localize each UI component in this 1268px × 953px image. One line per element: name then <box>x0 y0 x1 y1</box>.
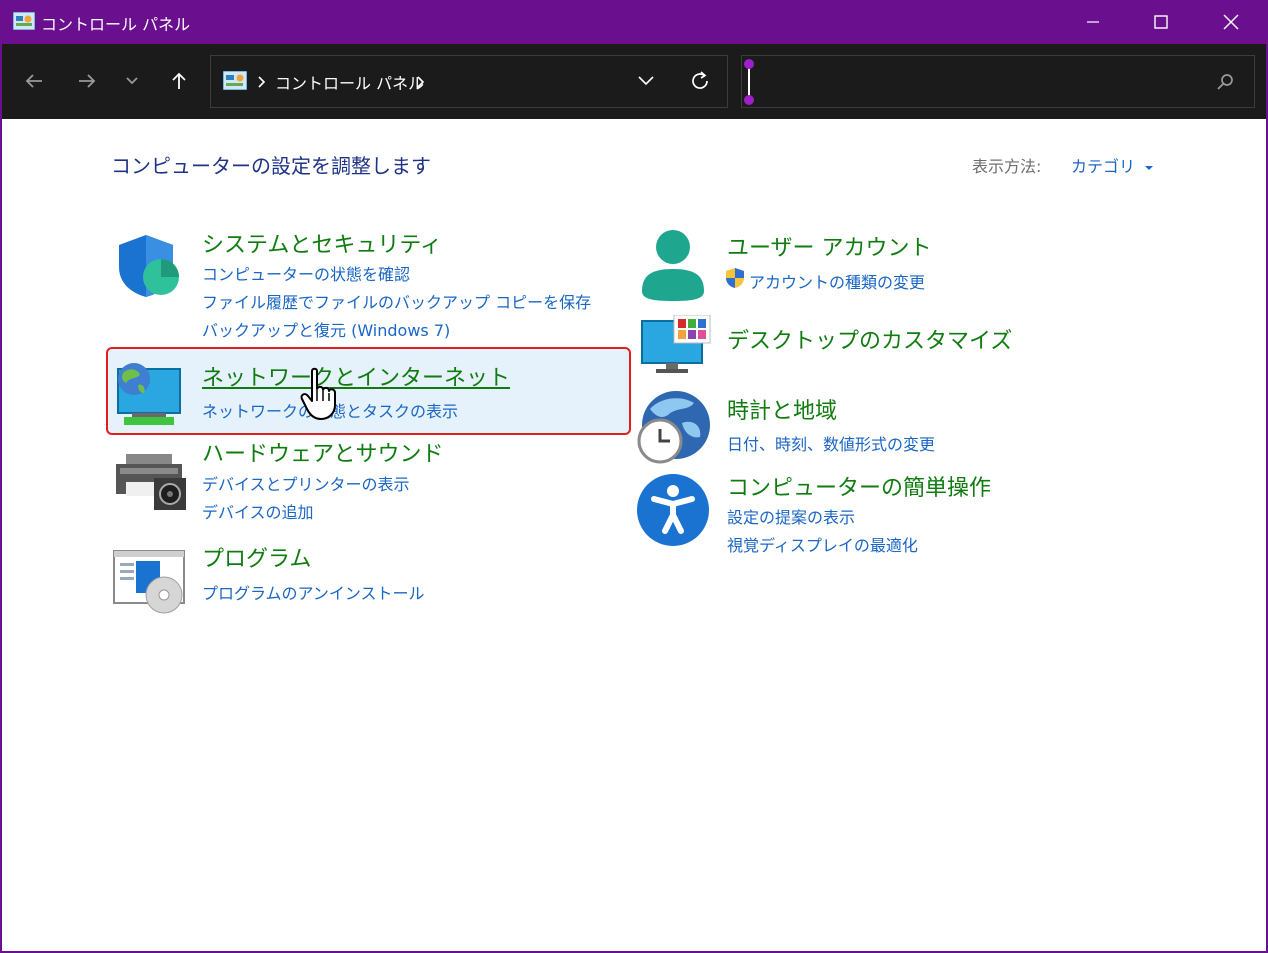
chevron-down-icon <box>638 76 654 86</box>
link-optimize-display[interactable]: 視覚ディスプレイの最適化 <box>727 532 918 556</box>
chevron-right-icon[interactable] <box>416 76 426 88</box>
desktop-customization-icon <box>641 315 711 373</box>
navigation-toolbar: コントロール パネル <box>2 44 1266 119</box>
title-bar: コントロール パネル <box>0 0 1268 44</box>
link-check-status[interactable]: コンピューターの状態を確認 <box>202 261 410 285</box>
network-monitor-icon <box>117 363 181 425</box>
programs-icon <box>113 550 185 614</box>
control-panel-icon <box>13 12 35 30</box>
category-title[interactable]: ネットワークとインターネット <box>202 360 510 392</box>
link-uninstall-program[interactable]: プログラムのアンインストール <box>202 580 425 604</box>
link-file-history[interactable]: ファイル履歴でファイルのバックアップ コピーを保存 <box>202 289 591 313</box>
up-button[interactable] <box>162 64 196 98</box>
arrow-right-icon <box>79 74 96 88</box>
category-title[interactable]: プログラム <box>202 541 311 573</box>
close-button[interactable] <box>1196 0 1266 44</box>
back-button[interactable] <box>17 64 51 98</box>
close-icon <box>1223 14 1239 30</box>
address-bar[interactable]: コントロール パネル <box>210 55 728 108</box>
recent-locations-button[interactable] <box>115 64 149 98</box>
chevron-right-icon <box>258 76 266 88</box>
category-title[interactable]: システムとセキュリティ <box>202 227 442 259</box>
breadcrumb-control-panel[interactable]: コントロール パネル <box>275 70 424 94</box>
minimize-button[interactable] <box>1058 0 1128 44</box>
link-devices-printers[interactable]: デバイスとプリンターの表示 <box>202 471 410 495</box>
link-add-device[interactable]: デバイスの追加 <box>202 499 314 523</box>
view-by-dropdown[interactable]: カテゴリ <box>1071 153 1154 177</box>
search-input[interactable] <box>742 56 1202 107</box>
accessibility-icon <box>637 474 709 546</box>
category-title[interactable]: ハードウェアとサウンド <box>202 436 444 468</box>
view-by-label: 表示方法: <box>972 157 1042 176</box>
refresh-icon <box>692 71 708 89</box>
maximize-icon <box>1154 15 1168 29</box>
printer-icon <box>116 454 186 510</box>
arrow-left-icon <box>25 74 42 88</box>
link-backup-restore[interactable]: バックアップと復元 (Windows 7) <box>202 317 450 341</box>
link-date-time-format[interactable]: 日付、時刻、数値形式の変更 <box>727 431 935 455</box>
refresh-button[interactable] <box>683 66 717 96</box>
selection-handle-bottom[interactable] <box>744 95 754 105</box>
shield-icon <box>119 235 179 297</box>
forward-button[interactable] <box>70 64 104 98</box>
user-icon <box>642 230 704 301</box>
link-suggested-settings[interactable]: 設定の提案の表示 <box>727 504 855 528</box>
minimize-icon <box>1087 21 1099 23</box>
link-change-account-type[interactable]: アカウントの種類の変更 <box>749 269 925 293</box>
window-title: コントロール パネル <box>41 15 191 34</box>
page-title: コンピューターの設定を調整します <box>111 154 431 178</box>
text-cursor <box>748 65 750 99</box>
hand-cursor-icon <box>300 367 336 420</box>
category-title[interactable]: 時計と地域 <box>727 393 837 425</box>
category-title[interactable]: デスクトップのカスタマイズ <box>727 323 1012 355</box>
globe-clock-icon <box>637 391 710 464</box>
control-panel-icon <box>223 71 247 90</box>
chevron-down-icon <box>126 77 138 85</box>
caret-down-icon <box>1145 166 1154 170</box>
selection-handle-top[interactable] <box>744 59 754 69</box>
maximize-button[interactable] <box>1126 0 1196 44</box>
category-title[interactable]: コンピューターの簡単操作 <box>727 470 991 502</box>
main-content: コンピューターの設定を調整します 表示方法: カテゴリ システムとセキュリティ … <box>2 119 1266 951</box>
address-history-button[interactable] <box>629 66 663 96</box>
view-by-value: カテゴリ <box>1071 157 1136 176</box>
search-box[interactable] <box>741 55 1255 108</box>
search-icon[interactable] <box>1216 73 1234 91</box>
uac-shield-icon <box>726 268 744 288</box>
category-title[interactable]: ユーザー アカウント <box>727 230 932 262</box>
arrow-up-icon <box>172 72 186 89</box>
